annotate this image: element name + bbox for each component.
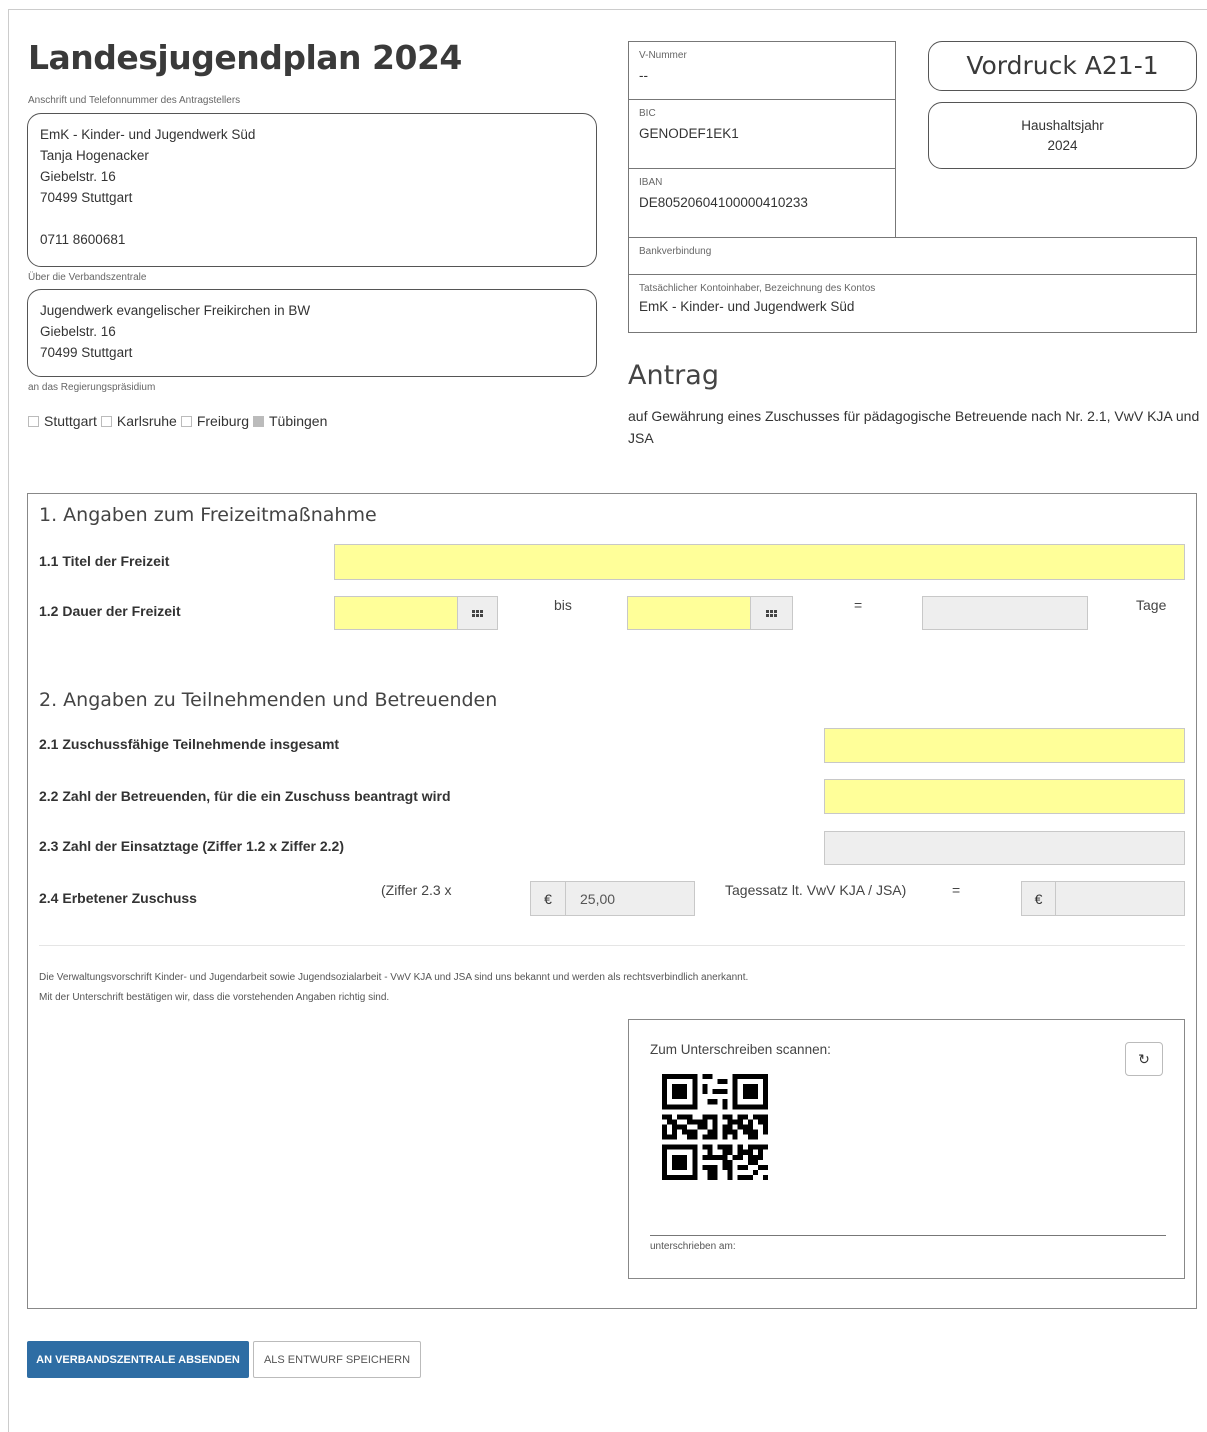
applicant-address-box: EmK - Kinder- und Jugendwerk Süd Tanja H… (27, 113, 597, 267)
participants-input[interactable] (824, 728, 1185, 763)
submit-button[interactable]: AN VERBANDSZENTRALE ABSENDEN (27, 1341, 249, 1378)
page-title: Landesjugendplan 2024 (28, 38, 462, 77)
f23-label: 2.3 Zahl der Einsatztage (Ziffer 1.2 x Z… (39, 838, 344, 854)
rp-option-label: Tübingen (268, 413, 328, 429)
zuschuss-output (1055, 881, 1185, 916)
equals-sign: = (952, 882, 961, 898)
applicant-line: 70499 Stuttgart (40, 190, 133, 205)
iban-label: IBAN (639, 177, 663, 188)
end-date-input[interactable] (627, 596, 751, 630)
rp-checkbox-group: Stuttgart Karlsruhe Freiburg Tübingen (28, 413, 331, 429)
applicant-line: Giebelstr. 16 (40, 169, 116, 184)
applicant-label: Anschrift und Telefonnummer des Antragst… (28, 95, 241, 106)
calendar-icon (766, 609, 777, 617)
kontoinhaber-cell: Tatsächlicher Kontoinhaber, Bezeichnung … (628, 274, 1197, 333)
iban-value: DE80520604100000410233 (639, 195, 808, 210)
rp-label: an das Regierungspräsidium (28, 382, 156, 393)
f21-label: 2.1 Zuschussfähige Teilnehmende insgesam… (39, 736, 340, 752)
rp-option-karlsruhe[interactable]: Karlsruhe (100, 413, 177, 429)
rp-option-freiburg[interactable]: Freiburg (180, 413, 249, 429)
applicant-line: EmK - Kinder- und Jugendwerk Süd (40, 127, 256, 142)
v-nummer-label: V-Nummer (639, 50, 687, 61)
bic-value: GENODEF1EK1 (639, 126, 739, 141)
central-line: 70499 Stuttgart (40, 345, 133, 360)
calendar-icon (472, 609, 483, 617)
scan-label: Zum Unterschreiben scannen: (650, 1042, 831, 1057)
end-date-picker-button[interactable] (750, 596, 793, 630)
checkbox-freiburg[interactable] (180, 415, 192, 427)
rp-option-tuebingen[interactable]: Tübingen (252, 413, 328, 429)
applicant-line (40, 208, 584, 229)
rp-option-stuttgart[interactable]: Stuttgart (28, 413, 97, 429)
signature-line (650, 1235, 1166, 1236)
v-nummer-value: -- (639, 68, 648, 83)
einsatztage-output (824, 831, 1185, 865)
central-line: Jugendwerk evangelischer Freikirchen in … (40, 303, 311, 318)
central-label: Über die Verbandszentrale (28, 272, 147, 283)
rp-option-label: Stuttgart (44, 413, 97, 429)
kontoinhaber-value: EmK - Kinder- und Jugendwerk Süd (639, 299, 855, 314)
currency-addon: € (1021, 881, 1056, 916)
bankverbindung-cell: Bankverbindung (628, 237, 1197, 275)
tage-text: Tage (1136, 597, 1167, 613)
save-draft-button[interactable]: ALS ENTWURF SPEICHERN (253, 1341, 421, 1378)
page-frame-left (8, 9, 9, 1432)
rp-option-label: Karlsruhe (116, 413, 177, 429)
signature-box: Zum Unterschreiben scannen: ↻ unterschri… (628, 1019, 1185, 1279)
f24-label: 2.4 Erbetener Zuschuss (39, 890, 197, 906)
vordruck-badge: Vordruck A21-1 (928, 41, 1197, 91)
refresh-icon: ↻ (1138, 1050, 1150, 1067)
days-output (922, 596, 1088, 630)
section1-heading: 1. Angaben zum Freizeitmaßnahme (39, 504, 377, 526)
qr-code (662, 1074, 768, 1180)
legal-note: Die Verwaltungsvorschrift Kinder- und Ju… (39, 972, 749, 983)
haushaltsjahr-label: Haushaltsjahr (1021, 118, 1104, 133)
dauer-label: 1.2 Dauer der Freizeit (39, 603, 181, 619)
central-address-box: Jugendwerk evangelischer Freikirchen in … (27, 289, 597, 377)
v-nummer-cell: V-Nummer -- (628, 41, 896, 100)
rp-option-label: Freiburg (196, 413, 249, 429)
confirm-note: Mit der Unterschrift bestätigen wir, das… (39, 992, 390, 1003)
refresh-button[interactable]: ↻ (1125, 1042, 1163, 1076)
tagessatz-text: Tagessatz lt. VwV KJA / JSA) (725, 882, 907, 898)
divider (39, 945, 1185, 946)
haushaltsjahr-value: 2024 (1047, 138, 1078, 153)
haushaltsjahr-box: Haushaltsjahr 2024 (928, 102, 1197, 169)
kontoinhaber-label: Tatsächlicher Kontoinhaber, Bezeichnung … (639, 283, 876, 294)
bic-cell: BIC GENODEF1EK1 (628, 99, 896, 169)
bic-label: BIC (639, 108, 656, 119)
page-frame-top (8, 9, 1207, 10)
bankverbindung-label: Bankverbindung (639, 246, 712, 257)
antrag-text: auf Gewährung eines Zuschusses für pädag… (628, 408, 1200, 446)
supervisors-input[interactable] (824, 779, 1185, 814)
iban-cell: IBAN DE80520604100000410233 (628, 168, 896, 238)
ziffer-text: (Ziffer 2.3 x (381, 882, 452, 898)
checkbox-karlsruhe[interactable] (100, 415, 112, 427)
equals-sign: = (854, 597, 863, 613)
bis-text: bis (554, 597, 572, 613)
applicant-phone: 0711 8600681 (40, 232, 126, 247)
f22-label: 2.2 Zahl der Betreuenden, für die ein Zu… (39, 788, 451, 804)
section2-heading: 2. Angaben zu Teilnehmenden und Betreuen… (39, 689, 498, 711)
checkbox-stuttgart[interactable] (28, 415, 39, 427)
start-date-picker-button[interactable] (457, 596, 498, 630)
tagessatz-output: 25,00 (565, 881, 695, 916)
central-line: Giebelstr. 16 (40, 324, 116, 339)
antrag-heading: Antrag (628, 360, 719, 391)
signed-label: unterschrieben am: (650, 1241, 736, 1252)
checkbox-tuebingen[interactable] (252, 415, 264, 427)
start-date-input[interactable] (334, 596, 458, 630)
titel-input[interactable] (334, 544, 1185, 580)
currency-addon: € (530, 881, 566, 916)
applicant-line: Tanja Hogenacker (40, 148, 149, 163)
titel-label: 1.1 Titel der Freizeit (39, 553, 170, 569)
